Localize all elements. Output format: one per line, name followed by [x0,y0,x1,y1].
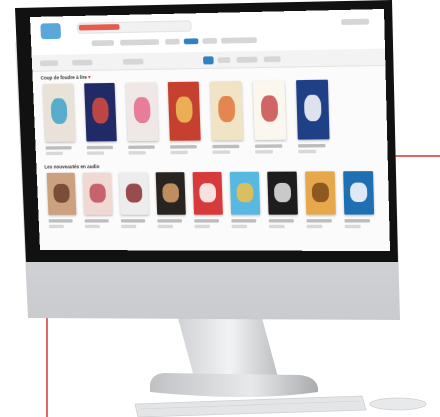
book-title-line [157,219,182,222]
book-author-line [298,149,316,153]
book-title-line [48,219,73,223]
book-author-line [306,224,323,228]
book-cover-art [53,183,70,203]
book-cover[interactable] [210,80,244,141]
screen-content: Coup de foudre à lire♥ Les nouveautés en… [30,8,391,252]
book-author-line [212,150,230,154]
book-author-line [255,150,273,154]
book-author-line [231,224,248,228]
book-cover[interactable] [192,171,223,215]
keyboard [134,395,367,417]
book-cover[interactable] [296,79,330,140]
book-title-line [254,144,282,148]
book-cover[interactable] [252,80,287,141]
book-cover-art [175,96,194,124]
book-title-line [194,219,219,222]
book-cover[interactable] [267,171,298,215]
book-cover[interactable] [229,171,261,215]
book-title-line [297,143,325,148]
filter-item[interactable] [217,57,231,64]
book-title-line [231,219,257,222]
book-author-line [268,224,286,228]
book-cover[interactable] [155,172,186,215]
book-cover[interactable] [125,82,159,142]
book-title-line [344,219,370,222]
book-cover[interactable] [42,83,76,142]
imac-stand-base [150,373,318,397]
book-cover-art [350,181,368,202]
nav-item[interactable] [120,39,160,46]
book-author-line [86,151,104,155]
book-cover[interactable] [46,172,77,215]
nav-item-active[interactable] [183,38,199,45]
imac-mockup-scene: Coup de foudre à lire♥ Les nouveautés en… [0,0,440,417]
book-author-line [194,224,211,228]
book-author-line [45,151,63,155]
book-cover-art [125,182,143,203]
nav-item[interactable] [165,38,180,45]
book-cover[interactable] [84,82,117,142]
book-author-line [48,224,65,228]
book-author-line [84,224,101,228]
book-author-line [128,151,146,155]
book-cover-art [91,97,110,125]
site-logo[interactable] [40,23,62,40]
book-cover-art [89,183,106,203]
book-title-line [84,219,109,222]
book-author-line [170,150,188,154]
book-cover[interactable] [82,172,113,215]
section-title-favorites-label: Coup de foudre à lire [40,74,87,81]
book-cover-art [199,182,217,202]
section-title-audio-label: Les nouveautés en audio [44,163,100,170]
book-cover-art [217,95,236,123]
filter-item[interactable] [263,56,281,63]
mouse [369,397,427,411]
book-cover-art [311,182,329,202]
nav-item[interactable] [91,40,115,47]
book-cover-art [236,182,254,202]
book-author-line [344,224,362,228]
book-author-line [157,224,174,228]
book-cover-art [274,182,292,202]
filter-item[interactable] [236,56,258,63]
book-cover-art [260,95,279,123]
book-title-line [86,145,113,149]
book-cover[interactable] [167,81,201,141]
book-cover-art [133,97,152,124]
book-cover[interactable] [343,171,375,215]
account-link[interactable] [341,18,370,26]
book-title-line [45,146,72,150]
book-title-line [306,219,332,222]
search-placeholder-bar [78,24,120,31]
book-cover[interactable] [119,172,150,215]
filter-item[interactable] [72,59,93,66]
filter-toggle[interactable] [203,56,214,65]
section-title-favorites: Coup de foudre à lire♥ [41,74,91,80]
book-cover-art [50,98,69,125]
heart-icon: ♥ [87,74,91,80]
book-title-line [128,145,155,149]
nav-item[interactable] [221,37,257,44]
book-cover-art [303,94,323,122]
filter-item[interactable] [122,58,144,65]
section-title-audio: Les nouveautés en audio [44,164,99,170]
book-title-line [268,219,294,222]
nav-item[interactable] [202,37,218,44]
book-author-line [121,224,137,228]
book-cover-art [162,182,180,203]
book-title-line [212,144,239,148]
book-title-line [120,219,146,222]
book-cover[interactable] [305,171,336,215]
filter-item[interactable] [39,60,59,67]
book-title-line [170,145,197,149]
